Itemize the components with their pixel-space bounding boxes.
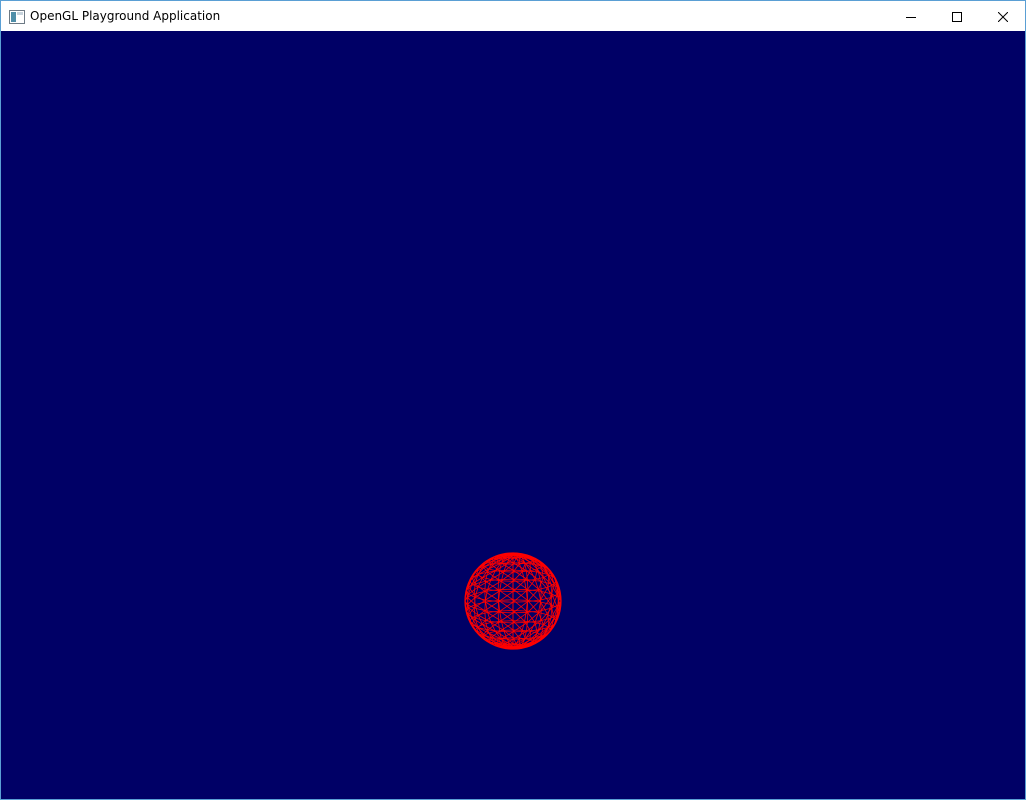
sphere-edge bbox=[543, 624, 549, 628]
sphere-edge bbox=[512, 599, 528, 601]
sphere-edge bbox=[498, 621, 514, 624]
title-bar[interactable]: OpenGL Playground Application bbox=[1, 1, 1025, 31]
minimize-button[interactable] bbox=[888, 1, 934, 31]
sphere-edge bbox=[540, 591, 542, 603]
sphere-edge bbox=[474, 583, 486, 592]
sphere-edge bbox=[482, 577, 492, 580]
sphere-edge bbox=[512, 629, 520, 639]
sphere-edge bbox=[525, 638, 530, 641]
opengl-viewport[interactable] bbox=[1, 31, 1025, 799]
sphere-edge bbox=[547, 614, 550, 628]
sphere-edge bbox=[485, 601, 500, 612]
sphere-edge bbox=[485, 590, 500, 601]
sphere-edge bbox=[498, 570, 501, 580]
sphere-edge bbox=[498, 599, 514, 601]
close-icon bbox=[997, 7, 1009, 26]
sphere-edge bbox=[477, 624, 483, 628]
maximize-button[interactable] bbox=[934, 1, 980, 31]
window-title: OpenGL Playground Application bbox=[30, 9, 221, 23]
sphere-edge bbox=[512, 569, 527, 572]
sphere-edge bbox=[522, 645, 525, 647]
sphere-edge bbox=[498, 588, 514, 591]
sphere-edge bbox=[512, 630, 527, 633]
sphere-edge bbox=[498, 578, 514, 581]
sphere-edge bbox=[477, 612, 488, 616]
sphere-edge bbox=[484, 566, 489, 570]
sphere-edge bbox=[499, 610, 514, 612]
close-button[interactable] bbox=[980, 1, 1025, 31]
sphere-edge bbox=[499, 630, 514, 633]
sphere-edge bbox=[485, 611, 499, 622]
application-window: OpenGL Playground Application bbox=[0, 0, 1026, 800]
sphere-edge bbox=[475, 601, 486, 605]
sphere-edge bbox=[512, 578, 528, 581]
maximize-icon bbox=[952, 7, 962, 26]
sphere-edge bbox=[485, 580, 499, 591]
sphere-edge bbox=[484, 632, 489, 636]
sphere-edge bbox=[512, 610, 527, 612]
sphere-edge bbox=[482, 622, 492, 625]
scene-canvas bbox=[464, 552, 562, 650]
application-window-icon[interactable] bbox=[9, 9, 25, 24]
sphere-edge bbox=[488, 630, 496, 634]
wireframe-sphere bbox=[464, 552, 562, 650]
sphere-edge bbox=[475, 626, 478, 631]
sphere-edge bbox=[499, 590, 514, 592]
sphere-edge bbox=[488, 568, 496, 572]
minimize-icon bbox=[906, 7, 916, 26]
sphere-edge bbox=[475, 571, 478, 576]
sphere-edge bbox=[499, 569, 514, 572]
sphere-edge bbox=[498, 611, 514, 614]
